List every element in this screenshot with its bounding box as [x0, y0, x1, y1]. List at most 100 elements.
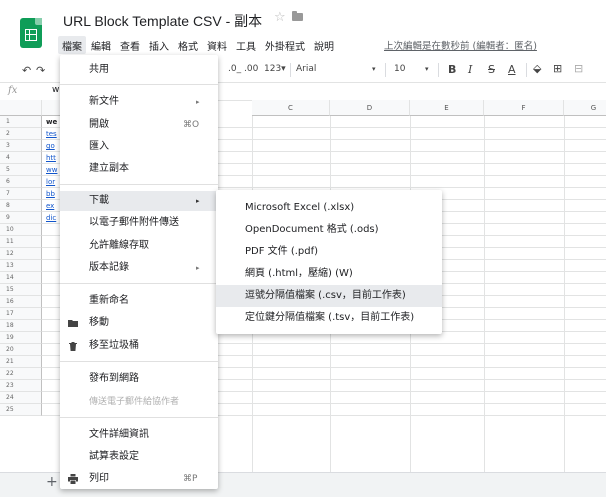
menu-item-label: 下載 — [89, 195, 109, 206]
bold-button[interactable]: B — [448, 63, 456, 76]
menu-item-publish[interactable]: 發布到網路 — [60, 369, 218, 389]
text-color-button[interactable]: A — [508, 63, 516, 76]
row-header[interactable]: 1 — [0, 116, 42, 128]
menu-file[interactable]: 檔案 — [58, 36, 86, 54]
menu-item-spreadsheet-settings[interactable]: 試算表設定 — [60, 447, 218, 467]
row-header[interactable]: 6 — [0, 176, 42, 188]
menu-item-move[interactable]: 移動 — [60, 313, 218, 333]
redo-icon[interactable]: ↷ — [36, 64, 45, 77]
row-header[interactable]: 18 — [0, 320, 42, 332]
submenu-arrow-icon: ▸ — [196, 98, 200, 106]
row-header[interactable]: 15 — [0, 284, 42, 296]
menu-help[interactable]: 說明 — [310, 36, 338, 54]
formula-content[interactable]: w — [52, 85, 59, 95]
menu-item-version-history[interactable]: 版本記錄 ▸ — [60, 258, 218, 278]
menu-item-download[interactable]: 下載 ▸ — [60, 191, 218, 211]
menu-item-email-attachment[interactable]: 以電子郵件附件傳送 — [60, 213, 218, 233]
row-header[interactable]: 3 — [0, 140, 42, 152]
file-menu: 共用 新文件 ▸ 開啟 ⌘O 匯入 建立副本 下載 ▸ 以電子郵件附件傳送 允許離線存… — [60, 55, 218, 489]
star-icon[interactable]: ☆ — [274, 10, 286, 25]
row-header[interactable]: 21 — [0, 356, 42, 368]
document-title[interactable]: URL Block Template CSV - 副本 — [63, 11, 262, 31]
row-header[interactable]: 7 — [0, 188, 42, 200]
row-header[interactable]: 19 — [0, 332, 42, 344]
menu-format[interactable]: 格式 — [174, 36, 202, 54]
borders-icon[interactable]: ⊞ — [553, 62, 562, 75]
column-header-g[interactable]: G — [564, 100, 606, 116]
menu-item-label: 新文件 — [89, 96, 119, 107]
row-header[interactable]: 17 — [0, 308, 42, 320]
menu-tools[interactable]: 工具 — [232, 36, 260, 54]
menu-item-label: 以電子郵件附件傳送 — [89, 217, 179, 228]
submenu-item-label: 逗號分隔值檔案 (.csv，目前工作表) — [245, 290, 406, 301]
download-xlsx[interactable]: Microsoft Excel (.xlsx) — [216, 197, 442, 219]
menu-addons[interactable]: 外掛程式 — [261, 36, 309, 54]
menu-item-document-details[interactable]: 文件詳細資訊 — [60, 425, 218, 445]
menu-item-label: 允許離線存取 — [89, 240, 149, 251]
row-header[interactable]: 9 — [0, 212, 42, 224]
submenu-item-label: 網頁 (.html，壓縮) (W) — [245, 268, 353, 279]
menu-item-make-copy[interactable]: 建立副本 — [60, 159, 218, 179]
download-pdf[interactable]: PDF 文件 (.pdf) — [216, 241, 442, 263]
menu-edit[interactable]: 編輯 — [87, 36, 115, 54]
number-format-dropdown[interactable]: 123▾ — [264, 64, 286, 74]
row-header[interactable]: 23 — [0, 380, 42, 392]
add-sheet-icon[interactable]: + — [46, 474, 58, 490]
row-header[interactable]: 5 — [0, 164, 42, 176]
menu-item-label: 共用 — [89, 64, 109, 75]
submenu-item-label: OpenDocument 格式 (.ods) — [245, 224, 379, 235]
sheets-logo-icon[interactable] — [20, 18, 42, 48]
italic-button[interactable]: I — [468, 63, 472, 76]
select-all-corner[interactable] — [0, 100, 42, 116]
row-header[interactable]: 13 — [0, 260, 42, 272]
column-header-e[interactable]: E — [410, 100, 484, 116]
download-html[interactable]: 網頁 (.html，壓縮) (W) — [216, 263, 442, 285]
column-header-d[interactable]: D — [330, 100, 410, 116]
menu-item-rename[interactable]: 重新命名 — [60, 291, 218, 311]
menu-item-trash[interactable]: 移至垃圾桶 — [60, 336, 218, 356]
row-header[interactable]: 8 — [0, 200, 42, 212]
row-header[interactable]: 12 — [0, 248, 42, 260]
font-size-arrow-icon[interactable]: ▾ — [425, 65, 429, 73]
row-header[interactable]: 11 — [0, 236, 42, 248]
menu-item-print[interactable]: 列印 ⌘P — [60, 469, 218, 489]
increase-decimal-button[interactable]: .00 — [244, 64, 258, 74]
row-header[interactable]: 25 — [0, 404, 42, 416]
column-header-f[interactable]: F — [484, 100, 564, 116]
menu-data[interactable]: 資料 — [203, 36, 231, 54]
last-edit-link[interactable]: 上次編輯是在數秒前 (編輯者：匿名) — [384, 38, 537, 52]
font-dropdown-arrow-icon[interactable]: ▾ — [372, 65, 376, 73]
font-family-dropdown[interactable]: Arial — [296, 64, 316, 74]
row-header[interactable]: 20 — [0, 344, 42, 356]
undo-icon[interactable]: ↶ — [22, 64, 31, 77]
row-header[interactable]: 16 — [0, 296, 42, 308]
menu-item-import[interactable]: 匯入 — [60, 137, 218, 157]
shortcut-label: ⌘P — [183, 474, 198, 484]
row-header[interactable]: 22 — [0, 368, 42, 380]
menu-item-open[interactable]: 開啟 ⌘O — [60, 115, 218, 135]
row-header[interactable]: 2 — [0, 128, 42, 140]
fill-color-icon[interactable]: ⬙ — [533, 62, 541, 75]
download-ods[interactable]: OpenDocument 格式 (.ods) — [216, 219, 442, 241]
menu-item-offline[interactable]: 允許離線存取 — [60, 236, 218, 256]
menu-item-email-collaborators: 傳送電子郵件給協作者 — [60, 392, 218, 412]
row-header[interactable]: 14 — [0, 272, 42, 284]
menu-item-label: 文件詳細資訊 — [89, 429, 149, 440]
decrease-decimal-button[interactable]: .0_ — [228, 64, 241, 74]
row-header[interactable]: 4 — [0, 152, 42, 164]
column-header-c[interactable]: C — [252, 100, 330, 116]
download-tsv[interactable]: 定位鍵分隔值檔案 (.tsv，目前工作表) — [216, 307, 442, 329]
font-size-dropdown[interactable]: 10 — [394, 64, 405, 74]
menu-item-label: 重新命名 — [89, 295, 129, 306]
menu-item-label: 匯入 — [89, 141, 109, 152]
row-header[interactable]: 24 — [0, 392, 42, 404]
folder-icon[interactable] — [292, 11, 303, 21]
row-header[interactable]: 10 — [0, 224, 42, 236]
menu-item-new[interactable]: 新文件 ▸ — [60, 92, 218, 112]
menu-view[interactable]: 查看 — [116, 36, 144, 54]
menu-item-share[interactable]: 共用 — [60, 60, 218, 80]
menu-insert[interactable]: 插入 — [145, 36, 173, 54]
download-csv[interactable]: 逗號分隔值檔案 (.csv，目前工作表) — [216, 285, 442, 307]
merge-cells-icon[interactable]: ⊟ — [574, 62, 583, 75]
strikethrough-button[interactable]: S — [488, 63, 495, 76]
